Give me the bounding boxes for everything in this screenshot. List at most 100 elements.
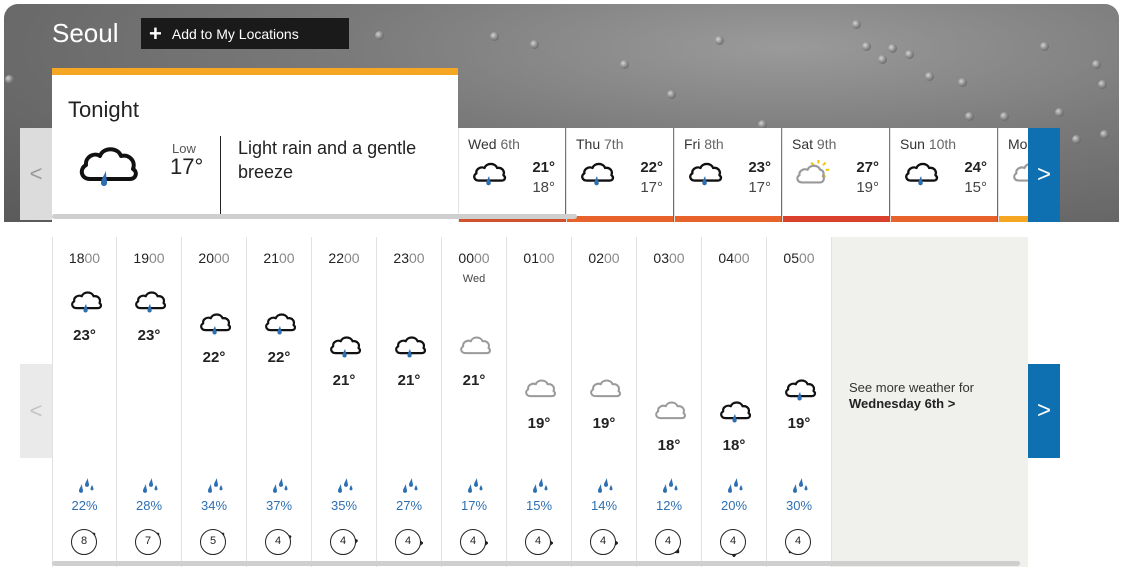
day-weekday: Wed bbox=[468, 136, 497, 152]
day-high-temp: 24° bbox=[964, 159, 987, 176]
hour-minutes: 00 bbox=[474, 250, 490, 266]
wind-speed: 4 bbox=[720, 529, 746, 555]
wind-indicator: 4 bbox=[525, 529, 553, 557]
raindrop-decoration bbox=[375, 31, 384, 40]
raindrop-decoration bbox=[530, 40, 539, 49]
hour-column[interactable]: 0300 18° 12% 4 bbox=[637, 237, 702, 567]
light-rain-cloud-icon bbox=[903, 158, 939, 192]
day-tab[interactable]: Mo bbox=[998, 128, 1028, 222]
see-more-wednesday-link[interactable]: See more weather for Wednesday 6th > bbox=[832, 237, 1028, 567]
hour-time: 0200 bbox=[572, 250, 636, 266]
hour-column[interactable]: 2200 21° 35% 4 bbox=[312, 237, 377, 567]
raindrop-decoration bbox=[862, 42, 871, 51]
day-high-temp: 22° bbox=[640, 159, 663, 176]
previous-day-button[interactable]: < bbox=[20, 128, 52, 220]
cloud-icon bbox=[653, 397, 687, 429]
hour-hours: 01 bbox=[523, 250, 539, 266]
raindrop-decoration bbox=[1040, 42, 1049, 51]
wind-indicator: 4 bbox=[395, 529, 423, 557]
chance-of-rain: 27% bbox=[395, 498, 423, 513]
chance-of-rain: 37% bbox=[265, 498, 293, 513]
tonight-panel[interactable]: Tonight Low 17° Light rain and a gentle … bbox=[52, 68, 458, 222]
plus-icon: + bbox=[149, 20, 162, 46]
hour-column[interactable]: 2000 22° 34% 5 bbox=[182, 237, 247, 567]
hour-column[interactable]: 1800 23° 22% 8 bbox=[52, 237, 117, 567]
day-tab[interactable]: Thu 7th 22° 17° bbox=[566, 128, 673, 222]
day-tab[interactable]: Wed 6th 21° 18° bbox=[458, 128, 565, 222]
next-hours-button[interactable]: > bbox=[1028, 364, 1060, 458]
hour-column[interactable]: 0200 19° 14% 4 bbox=[572, 237, 637, 567]
see-more-line2: Wednesday 6th > bbox=[849, 396, 955, 411]
hour-minutes: 00 bbox=[149, 250, 165, 266]
raindrops-icon bbox=[76, 477, 96, 500]
hour-column[interactable]: 0400 18° 20% 4 bbox=[702, 237, 767, 567]
wind-speed: 4 bbox=[525, 529, 551, 555]
hour-time: 1800 bbox=[53, 250, 116, 266]
hour-hours: 19 bbox=[133, 250, 149, 266]
day-name: Wed 6th bbox=[468, 136, 520, 152]
hour-time: 0400 bbox=[702, 250, 766, 266]
raindrops-icon bbox=[270, 477, 290, 500]
day-name: Sun 10th bbox=[900, 136, 956, 152]
wind-indicator: 4 bbox=[330, 529, 359, 557]
cloud-icon bbox=[1011, 158, 1028, 192]
chance-of-rain: 12% bbox=[655, 498, 683, 513]
hourly-scrollbar[interactable] bbox=[52, 561, 1020, 566]
day-strip-scrollbar[interactable] bbox=[52, 214, 577, 219]
hour-temperature: 23° bbox=[137, 327, 161, 344]
wind-indicator: 4 bbox=[460, 529, 488, 557]
day-low-temp: 19° bbox=[856, 179, 879, 196]
chance-of-rain: 28% bbox=[135, 498, 163, 513]
next-day-button[interactable]: > bbox=[1028, 128, 1060, 222]
hour-column[interactable]: 2300 21° 27% 4 bbox=[377, 237, 442, 567]
light-rain-cloud-icon bbox=[393, 332, 427, 364]
raindrop-decoration bbox=[905, 50, 914, 59]
raindrop-decoration bbox=[1092, 60, 1101, 69]
light-rain-cloud-icon bbox=[579, 158, 615, 192]
hour-hours: 22 bbox=[328, 250, 344, 266]
hour-minutes: 00 bbox=[214, 250, 230, 266]
chance-of-rain: 15% bbox=[525, 498, 553, 513]
hour-temperature: 21° bbox=[332, 372, 356, 389]
day-high-temp: 27° bbox=[856, 159, 879, 176]
hour-minutes: 00 bbox=[669, 250, 685, 266]
hour-time: 0100 bbox=[507, 250, 571, 266]
raindrops-icon bbox=[400, 477, 420, 500]
day-weekday: Mo bbox=[1008, 136, 1028, 152]
raindrop-decoration bbox=[958, 78, 967, 87]
hour-minutes: 00 bbox=[409, 250, 425, 266]
light-rain-cloud-icon bbox=[328, 332, 362, 364]
hour-temperature: 18° bbox=[722, 437, 746, 454]
chance-of-rain: 17% bbox=[460, 498, 488, 513]
previous-hours-button[interactable]: < bbox=[20, 364, 52, 458]
hour-column[interactable]: 2100 22° 37% 4 bbox=[247, 237, 312, 567]
hour-time: 0500 bbox=[767, 250, 831, 266]
raindrops-icon bbox=[140, 477, 160, 500]
wind-indicator: 4 bbox=[265, 529, 293, 557]
cloud-icon bbox=[588, 375, 622, 407]
chevron-right-icon: > bbox=[947, 396, 956, 411]
hour-temperature: 19° bbox=[592, 415, 616, 432]
wind-speed: 4 bbox=[265, 529, 291, 555]
see-more-day: Wednesday 6th bbox=[849, 396, 945, 411]
hour-minutes: 00 bbox=[734, 250, 750, 266]
light-rain-cloud-icon bbox=[76, 139, 140, 196]
cloud-icon bbox=[458, 332, 492, 364]
wind-speed: 5 bbox=[200, 529, 226, 555]
day-tab[interactable]: Fri 8th 23° 17° bbox=[674, 128, 781, 222]
raindrop-decoration bbox=[715, 36, 724, 45]
day-low-temp: 17° bbox=[640, 179, 663, 196]
weather-description: Light rain and a gentle breeze bbox=[238, 138, 417, 182]
hour-column[interactable]: 0000 Wed 21° 17% 4 bbox=[442, 237, 507, 567]
hour-column[interactable]: 0500 19° 30% 4 bbox=[767, 237, 832, 567]
hour-column[interactable]: 0100 19° 15% 4 bbox=[507, 237, 572, 567]
wind-speed: 4 bbox=[330, 529, 356, 555]
day-tab[interactable]: Sat 9th 27° 19° bbox=[782, 128, 889, 222]
raindrops-icon bbox=[205, 477, 225, 500]
day-weekday: Sun bbox=[900, 136, 925, 152]
chance-of-rain: 22% bbox=[71, 498, 98, 513]
hour-column[interactable]: 1900 23° 28% 7 bbox=[117, 237, 182, 567]
weather-page: Seoul + Add to My Locations Tonight Low … bbox=[0, 0, 1123, 575]
day-tab[interactable]: Sun 10th 24° 15° bbox=[890, 128, 997, 222]
add-to-my-locations-button[interactable]: + Add to My Locations bbox=[141, 18, 349, 49]
